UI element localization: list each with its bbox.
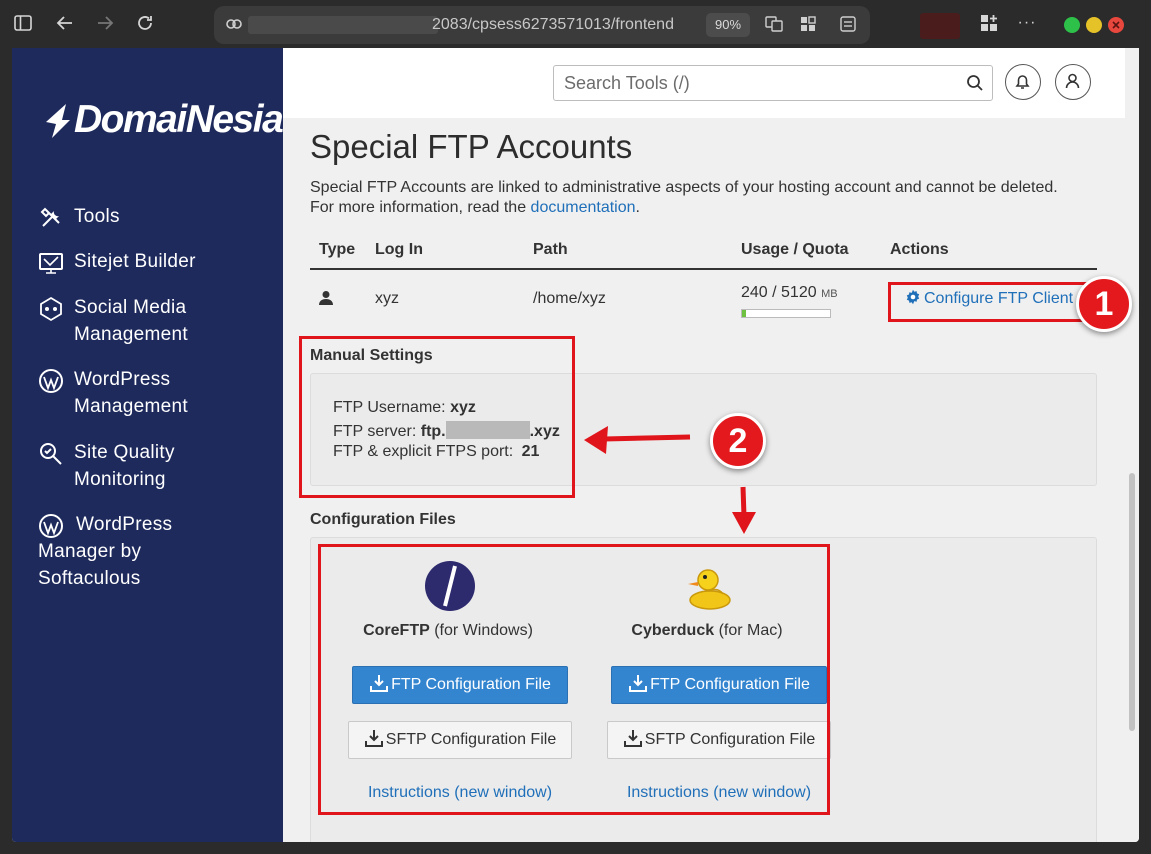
- bell-icon: [1015, 75, 1030, 89]
- forward-icon[interactable]: [92, 10, 118, 36]
- user-icon: [1065, 73, 1080, 89]
- brand-mark-icon: [46, 104, 70, 138]
- usage-progress-bar: [741, 309, 831, 318]
- profile-avatar[interactable]: [920, 13, 960, 39]
- extensions-icon[interactable]: [976, 10, 1002, 36]
- annotation-box-manual-settings: [299, 336, 575, 498]
- notifications-button[interactable]: [1005, 64, 1041, 100]
- url-text[interactable]: 2083/cpsess6273571013/frontend: [432, 6, 694, 44]
- sidebar: DomaiNesia Tools Sitejet Builder Social …: [12, 48, 284, 842]
- ftp-login: xyz: [375, 290, 399, 307]
- column-header-usage[interactable]: Usage / Quota: [741, 230, 849, 270]
- back-icon[interactable]: [52, 10, 78, 36]
- site-quality-icon: [40, 443, 62, 465]
- user-icon: [318, 290, 334, 306]
- minimize-icon[interactable]: [1064, 17, 1080, 33]
- usage-value: 240 / 5120: [741, 284, 817, 301]
- translate-icon[interactable]: [764, 15, 784, 35]
- sidebar-item-sitejet-builder[interactable]: Sitejet Builder: [38, 248, 196, 275]
- address-bar[interactable]: 2083/cpsess6273571013/frontend 90%: [214, 6, 870, 44]
- annotation-box-config-files: [318, 544, 830, 815]
- usage-quota: 240 / 5120 MB: [741, 284, 838, 302]
- sidebar-item-site-quality[interactable]: Site Quality Monitoring: [38, 439, 248, 493]
- reader-mode-icon[interactable]: [838, 15, 858, 35]
- user-account-button[interactable]: [1055, 64, 1091, 100]
- maximize-icon[interactable]: [1086, 17, 1102, 33]
- column-header-path[interactable]: Path: [533, 230, 568, 270]
- social-media-icon: [40, 296, 62, 322]
- search-placeholder: Search Tools (/): [564, 73, 690, 93]
- sidebar-item-label: WordPress Manager by Softaculous: [38, 514, 173, 589]
- sidebar-item-social-media[interactable]: Social Media Management: [38, 294, 268, 348]
- scrollbar-thumb[interactable]: [1129, 473, 1135, 731]
- sidebar-item-wordpress-softaculous[interactable]: WordPress Manager by Softaculous: [38, 511, 214, 592]
- wordpress-icon: [39, 369, 63, 393]
- ftp-path: /home/xyz: [533, 290, 606, 307]
- scrollbar[interactable]: [1125, 48, 1139, 842]
- close-icon[interactable]: [1108, 17, 1124, 33]
- wordpress-icon: [39, 514, 63, 538]
- column-header-login[interactable]: Log In: [375, 230, 423, 270]
- sidebar-item-label: Site Quality Monitoring: [74, 442, 175, 490]
- sidebar-item-label: Social Media Management: [74, 297, 188, 345]
- zoom-badge[interactable]: 90%: [706, 13, 750, 37]
- configuration-files-title: Configuration Files: [310, 511, 456, 528]
- column-header-actions: Actions: [890, 241, 949, 258]
- annotation-badge-2: 2: [710, 413, 766, 469]
- brand-name: DomaiNesia: [74, 98, 284, 141]
- sidebar-item-wordpress-management[interactable]: WordPress Management: [38, 366, 248, 420]
- search-input[interactable]: Search Tools (/): [553, 65, 993, 101]
- apps-icon[interactable]: [798, 15, 818, 35]
- description-line-1: Special FTP Accounts are linked to admin…: [310, 179, 1058, 196]
- more-menu-icon[interactable]: ···: [1014, 10, 1040, 36]
- usage-unit: MB: [821, 288, 838, 300]
- documentation-link[interactable]: documentation: [531, 199, 636, 216]
- annotation-badge-1: 1: [1076, 276, 1132, 332]
- annotation-box-configure: [888, 282, 1098, 322]
- reload-icon[interactable]: [132, 10, 158, 36]
- usage-progress-fill: [742, 310, 747, 317]
- sidebar-toggle-icon[interactable]: [10, 10, 36, 36]
- site-info-icon[interactable]: [224, 15, 244, 35]
- top-header: Search Tools (/): [283, 48, 1125, 118]
- search-icon[interactable]: [966, 74, 984, 92]
- browser-chrome: 2083/cpsess6273571013/frontend 90% ···: [0, 0, 1151, 48]
- tools-icon: [40, 207, 60, 227]
- sitejet-icon: [39, 253, 63, 274]
- table-header: Type Log In Path Usage / Quota Actions: [310, 230, 1097, 270]
- page-title: Special FTP Accounts: [310, 128, 633, 165]
- column-header-type[interactable]: Type: [319, 230, 355, 270]
- description-line-2: For more information, read the: [310, 199, 531, 216]
- description-period: .: [635, 199, 640, 216]
- sidebar-item-tools[interactable]: Tools: [38, 203, 120, 230]
- page-description: Special FTP Accounts are linked to admin…: [310, 178, 1100, 218]
- brand-logo[interactable]: DomaiNesia: [44, 92, 284, 148]
- url-redacted: [248, 16, 438, 34]
- sidebar-item-label: WordPress Management: [74, 369, 188, 417]
